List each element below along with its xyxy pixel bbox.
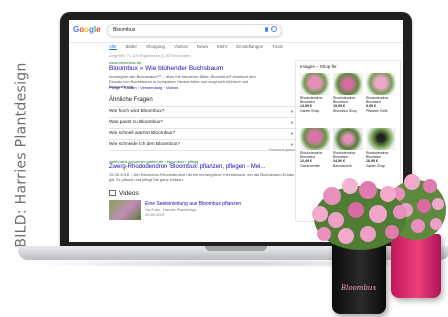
paa-question[interactable]: Was passt zu Bloombux? ▼ xyxy=(109,117,297,128)
result-title-link[interactable]: Zwerg-Rhododendron 'Bloombux' pflanzen, … xyxy=(109,164,297,170)
paa-question[interactable]: Wie hoch wird Bloombux? ▼ xyxy=(109,106,297,117)
product-card[interactable]: Rhododendron Bloombux 19,99 € Bloombux S… xyxy=(333,73,363,125)
product-price: 12,49 € xyxy=(300,159,312,163)
product-name: Rhododendron Bloombux xyxy=(333,151,356,159)
result-title-link[interactable]: Bloombux » Wie blühender Buchsbaum xyxy=(109,65,223,72)
search-input[interactable]: Bloombux xyxy=(107,24,282,37)
result-snippet: 15.06.2018 – Der Bloombux-Rhododendron i… xyxy=(109,172,295,182)
tab-images[interactable]: Bilder xyxy=(126,44,138,50)
paa-question-text: Wie schnell wächst Bloombux? xyxy=(109,131,176,136)
videos-heading: Videos xyxy=(109,190,139,197)
tab-more[interactable]: Mehr xyxy=(217,44,227,50)
chevron-down-icon: ▼ xyxy=(290,109,294,114)
product-image[interactable] xyxy=(366,128,396,150)
product-card[interactable]: Rhododendron Bloombux 24,90 € Baumschule xyxy=(333,128,363,180)
product-card[interactable]: Rhododendron Bloombux 12,49 € Gartencent… xyxy=(300,128,330,180)
product-shop: Pflanzen Kölle xyxy=(366,109,388,113)
tab-shopping[interactable]: Shopping xyxy=(146,44,165,50)
result-stats: Ungefähr 71.100 Ergebnisse (0,53 Sekunde… xyxy=(109,53,191,58)
product-image[interactable] xyxy=(300,73,330,95)
black-plant-pot: Bloombux xyxy=(332,240,386,314)
product-price: 16,99 € xyxy=(366,159,378,163)
tab-videos[interactable]: Videos xyxy=(174,44,188,50)
result-sitelinks[interactable]: Pflege · Kaufen · Verwendung · Videos xyxy=(109,85,178,90)
product-name: Rhododendron Bloombux xyxy=(300,96,323,104)
people-also-ask-heading: Ähnliche Fragen xyxy=(109,97,153,103)
product-price: 14,99 € xyxy=(300,104,312,108)
paa-question[interactable]: Wie schnell wächst Bloombux? ▼ xyxy=(109,128,297,139)
black-pot-plant-foliage xyxy=(312,178,407,250)
product-shop: Garten Shop xyxy=(300,109,320,113)
product-card[interactable]: Rhododendron Bloombux 14,99 € Garten Sho… xyxy=(300,73,330,125)
search-icon[interactable] xyxy=(271,26,277,32)
tab-news[interactable]: News xyxy=(197,44,208,50)
video-title-link[interactable]: Eine Seeleinleitung aus Bloombux pflanze… xyxy=(145,201,241,207)
tab-settings[interactable]: Einstellungen xyxy=(236,44,263,50)
video-thumbnail[interactable] xyxy=(109,200,141,220)
product-shop: Gartencenter xyxy=(300,164,320,168)
videos-heading-text: Videos xyxy=(119,190,139,197)
product-card[interactable]: Rhododendron Bloombux 9,99 € Pflanzen Kö… xyxy=(366,73,396,125)
product-name: Rhododendron Bloombux xyxy=(333,96,356,104)
paa-question-text: Was passt zu Bloombux? xyxy=(109,120,163,125)
pot-brand-label: Bloombux xyxy=(341,284,377,292)
product-name: Rhododendron Bloombux xyxy=(366,96,389,104)
product-shop: Baumschule xyxy=(333,164,352,168)
product-price: 24,90 € xyxy=(333,159,345,163)
microphone-icon[interactable] xyxy=(265,27,268,32)
paa-question-text: Wie schneide ich den Bloombux? xyxy=(109,142,180,147)
video-icon xyxy=(109,190,116,197)
chevron-down-icon: ▼ xyxy=(290,131,294,136)
product-price: 19,99 € xyxy=(333,104,345,108)
product-image[interactable] xyxy=(300,128,330,150)
paa-question-text: Wie hoch wird Bloombux? xyxy=(109,109,165,114)
product-name: Rhododendron Bloombux xyxy=(300,151,323,159)
laptop-base-notch xyxy=(205,246,267,251)
product-name: Rhododendron Bloombux xyxy=(366,151,389,159)
feedback-link[interactable]: Feedback geben xyxy=(269,148,295,152)
google-logo[interactable]: Google xyxy=(73,25,101,34)
video-date: 23.05.2019 xyxy=(145,213,165,217)
tab-tools[interactable]: Tools xyxy=(272,44,283,50)
chevron-down-icon: ▼ xyxy=(290,120,294,125)
people-also-ask-list: Wie hoch wird Bloombux? ▼ Was passt zu B… xyxy=(109,106,297,151)
photo-credit-text: BILD: Harries Plantdesign xyxy=(14,62,31,248)
tab-all[interactable]: Alle xyxy=(109,44,117,50)
google-topbar: Google Bloombux xyxy=(69,20,403,43)
video-meta: YouTube · Harries Plantdesign 23.05.2019 xyxy=(145,208,196,218)
search-tabs: Alle Bilder Shopping Videos News Mehr Ei… xyxy=(109,44,283,50)
product-image[interactable] xyxy=(366,73,396,95)
product-shop: Bloombux Shop xyxy=(333,109,357,113)
product-image[interactable] xyxy=(333,73,363,95)
product-image[interactable] xyxy=(333,128,363,150)
image-pack-heading: Images – Shop fer xyxy=(300,64,337,69)
image-pack-grid: Rhododendron Bloombux 14,99 € Garten Sho… xyxy=(300,73,396,180)
product-price: 9,99 € xyxy=(366,104,376,108)
